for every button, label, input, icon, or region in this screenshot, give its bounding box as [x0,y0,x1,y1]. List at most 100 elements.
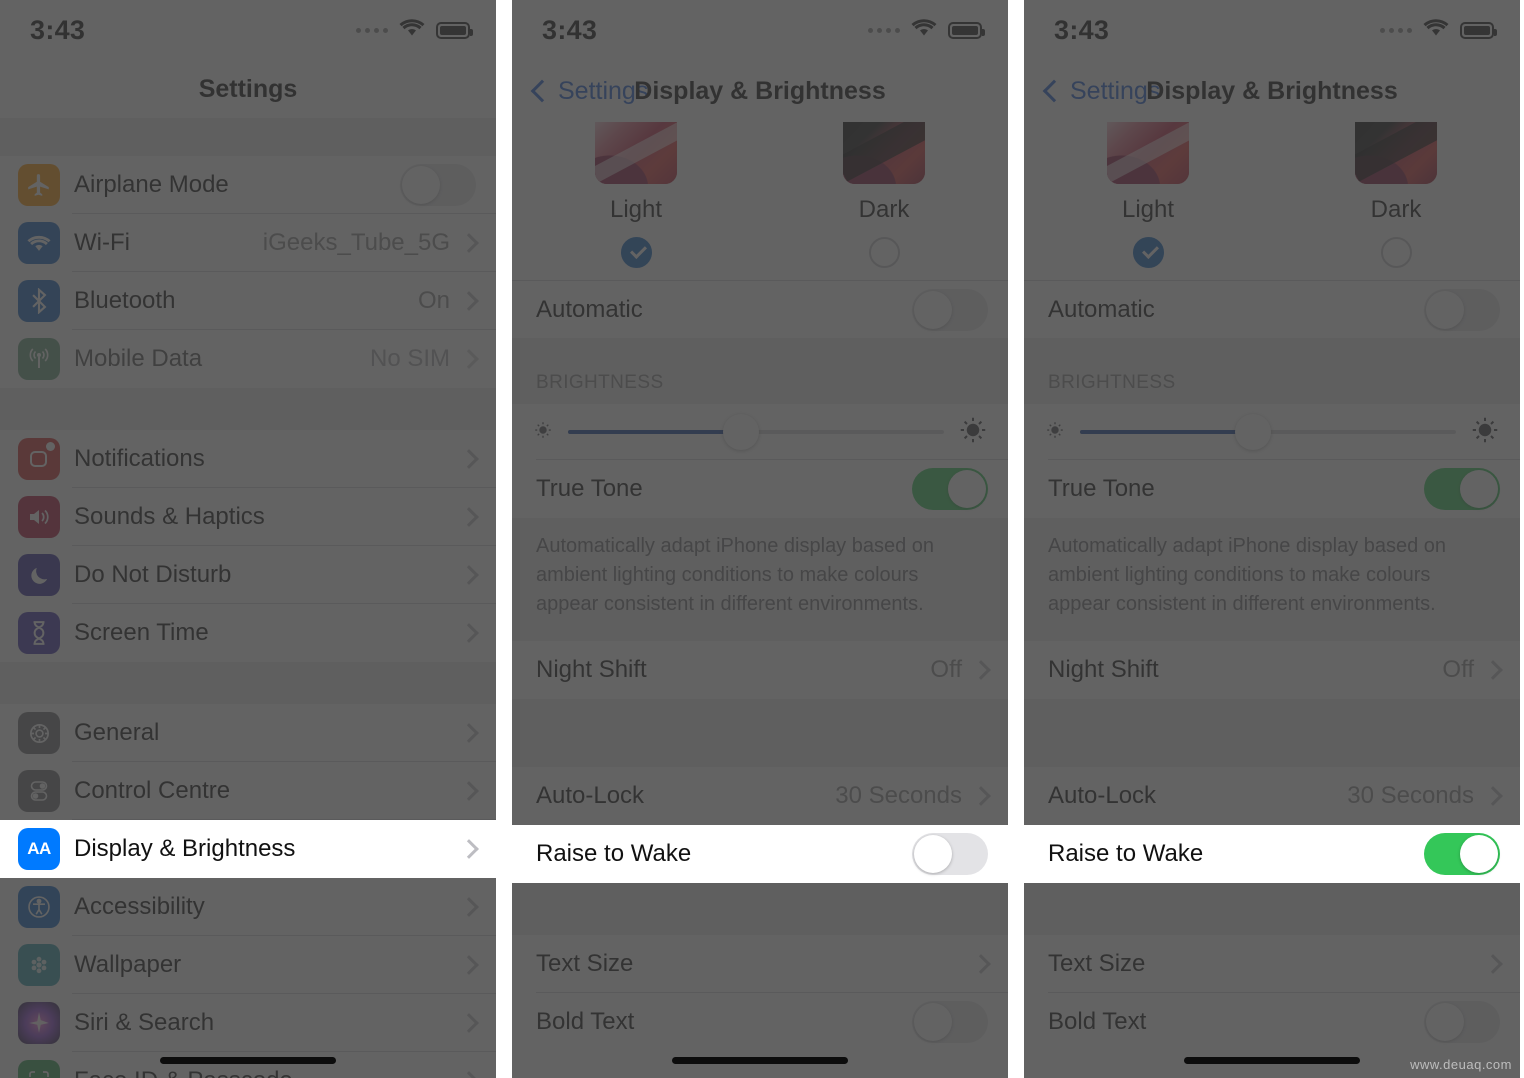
row-label: Wallpaper [74,951,182,978]
brightness-slider-row[interactable] [512,404,1008,460]
chevron-right-icon [459,349,479,369]
row-night-shift[interactable]: Night Shift Off [512,641,1008,699]
panel-display-brightness-on: 3:43 Settings Display & Brightness Light [1024,0,1520,1078]
home-indicator [160,1057,336,1064]
sidebar-item-screen-time[interactable]: Screen Time [0,604,496,662]
dark-radio[interactable] [1380,237,1412,268]
sidebar-item-airplane-mode[interactable]: Airplane Mode [0,156,496,214]
wallpaper-icon [18,944,60,986]
row-true-tone[interactable]: True Tone [1024,460,1520,518]
appearance-option-dark[interactable]: Dark [799,122,969,268]
faceid-icon [18,1060,60,1078]
brightness-slider-row[interactable] [1024,404,1520,460]
navbar: Settings Display & Brightness [1024,60,1520,122]
row-label: Accessibility [74,893,205,920]
row-label: Auto-Lock [1048,782,1157,809]
light-radio-selected[interactable] [620,237,652,268]
row-raise-to-wake[interactable]: Raise to Wake [1024,825,1520,883]
sidebar-item-accessibility[interactable]: Accessibility [0,878,496,936]
wifi-icon [399,18,425,42]
hourglass-icon [18,612,60,654]
sidebar-item-do-not-disturb[interactable]: Do Not Disturb [0,546,496,604]
chevron-right-icon [1483,660,1503,680]
sidebar-item-bluetooth[interactable]: Bluetooth On [0,272,496,330]
wifi-icon [911,18,937,42]
status-bar-indicators [868,18,985,42]
bold-text-toggle[interactable] [1424,1001,1500,1043]
brightness-slider-thumb[interactable] [1234,414,1271,450]
appearance-picker: Light Dark [512,122,1008,280]
chevron-left-icon [530,79,554,103]
brightness-high-icon [958,415,988,450]
back-button[interactable]: Settings [530,77,648,106]
row-auto-lock[interactable]: Auto-Lock 30 Seconds [512,767,1008,825]
row-label: Notifications [74,445,205,472]
chevron-right-icon [1483,786,1503,806]
row-raise-to-wake[interactable]: Raise to Wake [512,825,1008,883]
raise-to-wake-toggle[interactable] [1424,833,1500,875]
true-tone-toggle[interactable] [912,468,988,510]
display-brightness-icon: AA [18,828,60,870]
automatic-toggle[interactable] [912,288,988,331]
row-label: Raise to Wake [536,840,692,867]
watermark: www.deuaq.com [1410,1057,1512,1072]
group-spacer [1024,883,1520,935]
chevron-right-icon [459,723,479,743]
airplane-mode-toggle[interactable] [400,164,476,206]
sidebar-item-display-brightness[interactable]: AA Display & Brightness [0,820,496,878]
row-label: True Tone [1048,475,1155,502]
back-button[interactable]: Settings [1042,76,1161,106]
row-bold-text[interactable]: Bold Text [1024,993,1520,1051]
section-header-brightness: BRIGHTNESS [512,338,1008,404]
text-group: Text Size Bold Text [1024,935,1520,1051]
row-value: Off [1442,656,1474,683]
appearance-option-label: Dark [1370,196,1422,223]
row-label: Auto-Lock [536,782,645,809]
chevron-right-icon [459,1071,479,1078]
sidebar-item-siri-search[interactable]: Siri & Search [0,994,496,1052]
row-bold-text[interactable]: Bold Text [512,993,1008,1051]
raise-to-wake-toggle[interactable] [912,833,988,875]
bold-text-toggle[interactable] [912,1001,988,1043]
row-automatic[interactable]: Automatic [1024,280,1520,338]
page-title: Settings [198,74,298,103]
chevron-right-icon [971,954,991,974]
brightness-slider-track[interactable] [1080,414,1456,450]
sidebar-item-face-id-passcode[interactable]: Face ID & Passcode [0,1052,496,1078]
back-button-label: Settings [1070,76,1161,105]
true-tone-toggle[interactable] [1424,468,1500,510]
row-label: Night Shift [536,656,647,683]
notifications-icon [18,438,60,480]
appearance-option-dark[interactable]: Dark [1311,122,1481,268]
row-label: Screen Time [74,619,209,646]
sidebar-item-wallpaper[interactable]: Wallpaper [0,936,496,994]
row-night-shift[interactable]: Night Shift Off [1024,641,1520,699]
brightness-slider-track[interactable] [568,414,944,450]
row-true-tone[interactable]: True Tone [512,460,1008,518]
appearance-option-label: Light [1121,196,1175,223]
row-text-size[interactable]: Text Size [1024,935,1520,993]
brightness-slider-thumb[interactable] [722,414,759,450]
sidebar-item-general[interactable]: General [0,704,496,762]
appearance-option-light[interactable]: Light [551,122,721,268]
home-indicator [1184,1057,1360,1064]
sidebar-item-notifications[interactable]: Notifications [0,430,496,488]
row-auto-lock[interactable]: Auto-Lock 30 Seconds [1024,767,1520,825]
dark-wallpaper-thumbnail [843,122,925,184]
control-centre-icon [18,770,60,812]
chevron-right-icon [459,291,479,311]
appearance-option-light[interactable]: Light [1063,122,1233,268]
row-label: True Tone [536,475,643,502]
sounds-icon [18,496,60,538]
sidebar-item-wifi[interactable]: Wi-Fi iGeeks_Tube_5G [0,214,496,272]
chevron-left-icon [1042,79,1066,103]
row-label: Sounds & Haptics [74,503,265,530]
automatic-toggle[interactable] [1424,288,1500,331]
sidebar-item-control-centre[interactable]: Control Centre [0,762,496,820]
light-radio-selected[interactable] [1132,237,1164,268]
sidebar-item-sounds-haptics[interactable]: Sounds & Haptics [0,488,496,546]
row-text-size[interactable]: Text Size [512,935,1008,993]
dark-radio[interactable] [868,237,900,268]
sidebar-item-mobile-data[interactable]: Mobile Data No SIM [0,330,496,388]
row-automatic[interactable]: Automatic [512,280,1008,338]
